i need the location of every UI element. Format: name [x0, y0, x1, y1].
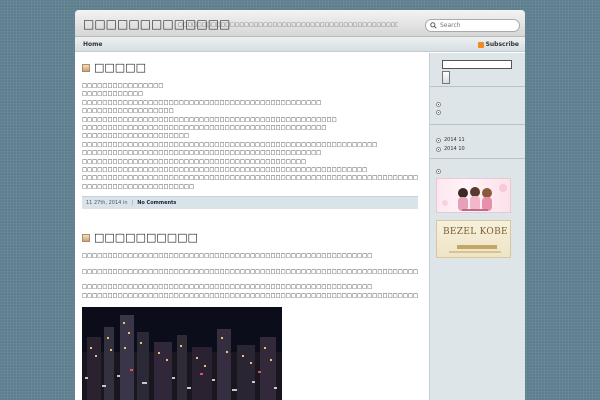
- sidebar-search-input[interactable]: [442, 60, 512, 69]
- bullet-icon: [436, 146, 441, 152]
- city-night-photo: [82, 306, 282, 400]
- sidebar-list-item[interactable]: [436, 169, 519, 174]
- sidebar-search-button[interactable]: [442, 71, 450, 84]
- post-title: □□□□□□□□□□: [82, 231, 418, 244]
- sidebar: 2014 11 2014 10 BEZEL KOBE: [429, 53, 525, 400]
- rss-icon: [477, 41, 484, 48]
- bullet-icon: [436, 169, 441, 174]
- search-box[interactable]: [425, 19, 520, 32]
- post-line: □□□□□□□□□□□□: [82, 91, 144, 98]
- post-title: □□□□□: [82, 61, 418, 74]
- search-icon: [430, 22, 437, 29]
- sidebar-archives: 2014 11 2014 10: [430, 125, 525, 159]
- post-line: □□□□□□□□□□□□□□□□□□□□□□□□□□□□□□□□□□□□□□□□…: [82, 125, 327, 132]
- post-line: □□□□□□□□□□□□□□□□□□□□□□: [82, 183, 195, 190]
- post-line: □□□□□□□□□□□□□□□□: [82, 83, 164, 89]
- bullet-icon: [436, 137, 441, 143]
- sidebar-list-item[interactable]: [436, 110, 519, 115]
- main-content: □□□□□ □□□□□□□□□□□□□□□□ □□□□□□□□□□□□ □□□□…: [75, 53, 425, 400]
- post-line: □□□□□□□□□□□□□□□□□□□□□□□□□□□□□□□□□□□□□□□□…: [82, 292, 418, 299]
- search-input[interactable]: [440, 22, 510, 29]
- sidebar-search: [430, 53, 525, 87]
- comments-link[interactable]: No Comments: [137, 200, 176, 206]
- post-line: □□□□□□□□□□□□□□□□□□□□□□□□□□□□□□□□□□□□□□□□…: [82, 253, 373, 260]
- post-line: □□□□□□□□□□□□□□□□□□: [82, 108, 174, 115]
- banner-ad-2[interactable]: BEZEL KOBE: [436, 220, 511, 258]
- bullet-icon: [436, 110, 441, 115]
- sidebar-widget-1: [430, 87, 525, 125]
- archive-item[interactable]: 2014 11: [436, 137, 519, 143]
- post-title-link[interactable]: □□□□□□□□□□: [94, 231, 198, 244]
- post-line: □□□□□□□□□□□□□□□□□□□□□□□□□□□□□□□□□□□□□□□□…: [82, 141, 378, 148]
- meta-separator: |: [131, 200, 134, 207]
- subscribe-link[interactable]: Subscribe: [477, 41, 519, 48]
- post-date: 11 27th, 2014 in: [86, 200, 128, 207]
- sidebar-links: [430, 159, 525, 174]
- post-line: □□□□□□□□□□□□□□□□□□□□□□□□□□□□□□□□□□□□□□□□…: [82, 150, 322, 157]
- post-bullet-icon: [82, 63, 90, 72]
- post-body: □□□□□□□□□□□□□□□□ □□□□□□□□□□□□ □□□□□□□□□□…: [82, 82, 418, 191]
- banner-ad-1[interactable]: [436, 178, 511, 213]
- post-line: □□□□□□□□□□□□□□□□□□□□□: [82, 133, 189, 140]
- post: □□□□□ □□□□□□□□□□□□□□□□ □□□□□□□□□□□□ □□□□…: [82, 61, 418, 210]
- site-description: □□□□□□□□□□□□□□□□□□□□□□□□□□□□□□□□□□□□□□□□…: [178, 22, 398, 28]
- archive-label: 2014 10: [444, 146, 465, 152]
- banner-2-decoration: [449, 251, 501, 253]
- archive-item[interactable]: 2014 10: [436, 146, 519, 152]
- nav-bar: Home Subscribe: [75, 37, 525, 52]
- banner-1-image: [442, 184, 507, 211]
- post-line: □□□□□□□□□□□□□□□□□□□□□□□□□□□□□□□□□□□□□□□□…: [82, 116, 337, 123]
- post-body: □□□□□□□□□□□□□□□□□□□□□□□□□□□□□□□□□□□□□□□□…: [82, 252, 418, 300]
- post-bullet-icon: [82, 233, 90, 242]
- subscribe-label: Subscribe: [485, 41, 519, 48]
- page-wrapper: □□□□□□□□□□□□□ □□□□□□□□□□□□□□□□□□□□□□□□□□…: [75, 10, 525, 400]
- post-line: □□□□□□□□□□□□□□□□□□□□□□□□□□□□□□□□□□□□□□□□…: [82, 167, 368, 174]
- city-skyline-image: [82, 306, 282, 400]
- nav-home-link[interactable]: Home: [83, 41, 102, 48]
- bullet-icon: [436, 102, 441, 107]
- post-line: □□□□□□□□□□□□□□□□□□□□□□□□□□□□□□□□□□□□□□□□…: [82, 99, 322, 106]
- post: □□□□□□□□□□ □□□□□□□□□□□□□□□□□□□□□□□□□□□□□…: [82, 231, 418, 400]
- post-meta: 11 27th, 2014 in | No Comments: [82, 196, 418, 210]
- post-line: □□□□□□□□□□□□□□□□□□□□□□□□□□□□□□□□□□□□□□□□…: [82, 175, 418, 182]
- post-line: □□□□□□□□□□□□□□□□□□□□□□□□□□□□□□□□□□□□□□□□…: [82, 158, 307, 165]
- post-title-link[interactable]: □□□□□: [94, 61, 146, 74]
- post-line: □□□□□□□□□□□□□□□□□□□□□□□□□□□□□□□□□□□□□□□□…: [82, 284, 373, 291]
- post-line: □□□□□□□□□□□□□□□□□□□□□□□□□□□□□□□□□□□□□□□□…: [82, 268, 418, 275]
- archive-label: 2014 11: [444, 137, 465, 143]
- site-header: □□□□□□□□□□□□□ □□□□□□□□□□□□□□□□□□□□□□□□□□…: [75, 10, 525, 37]
- banner-2-title: BEZEL KOBE: [443, 227, 508, 237]
- banner-2-decoration: [457, 245, 497, 249]
- sidebar-list-item[interactable]: [436, 102, 519, 107]
